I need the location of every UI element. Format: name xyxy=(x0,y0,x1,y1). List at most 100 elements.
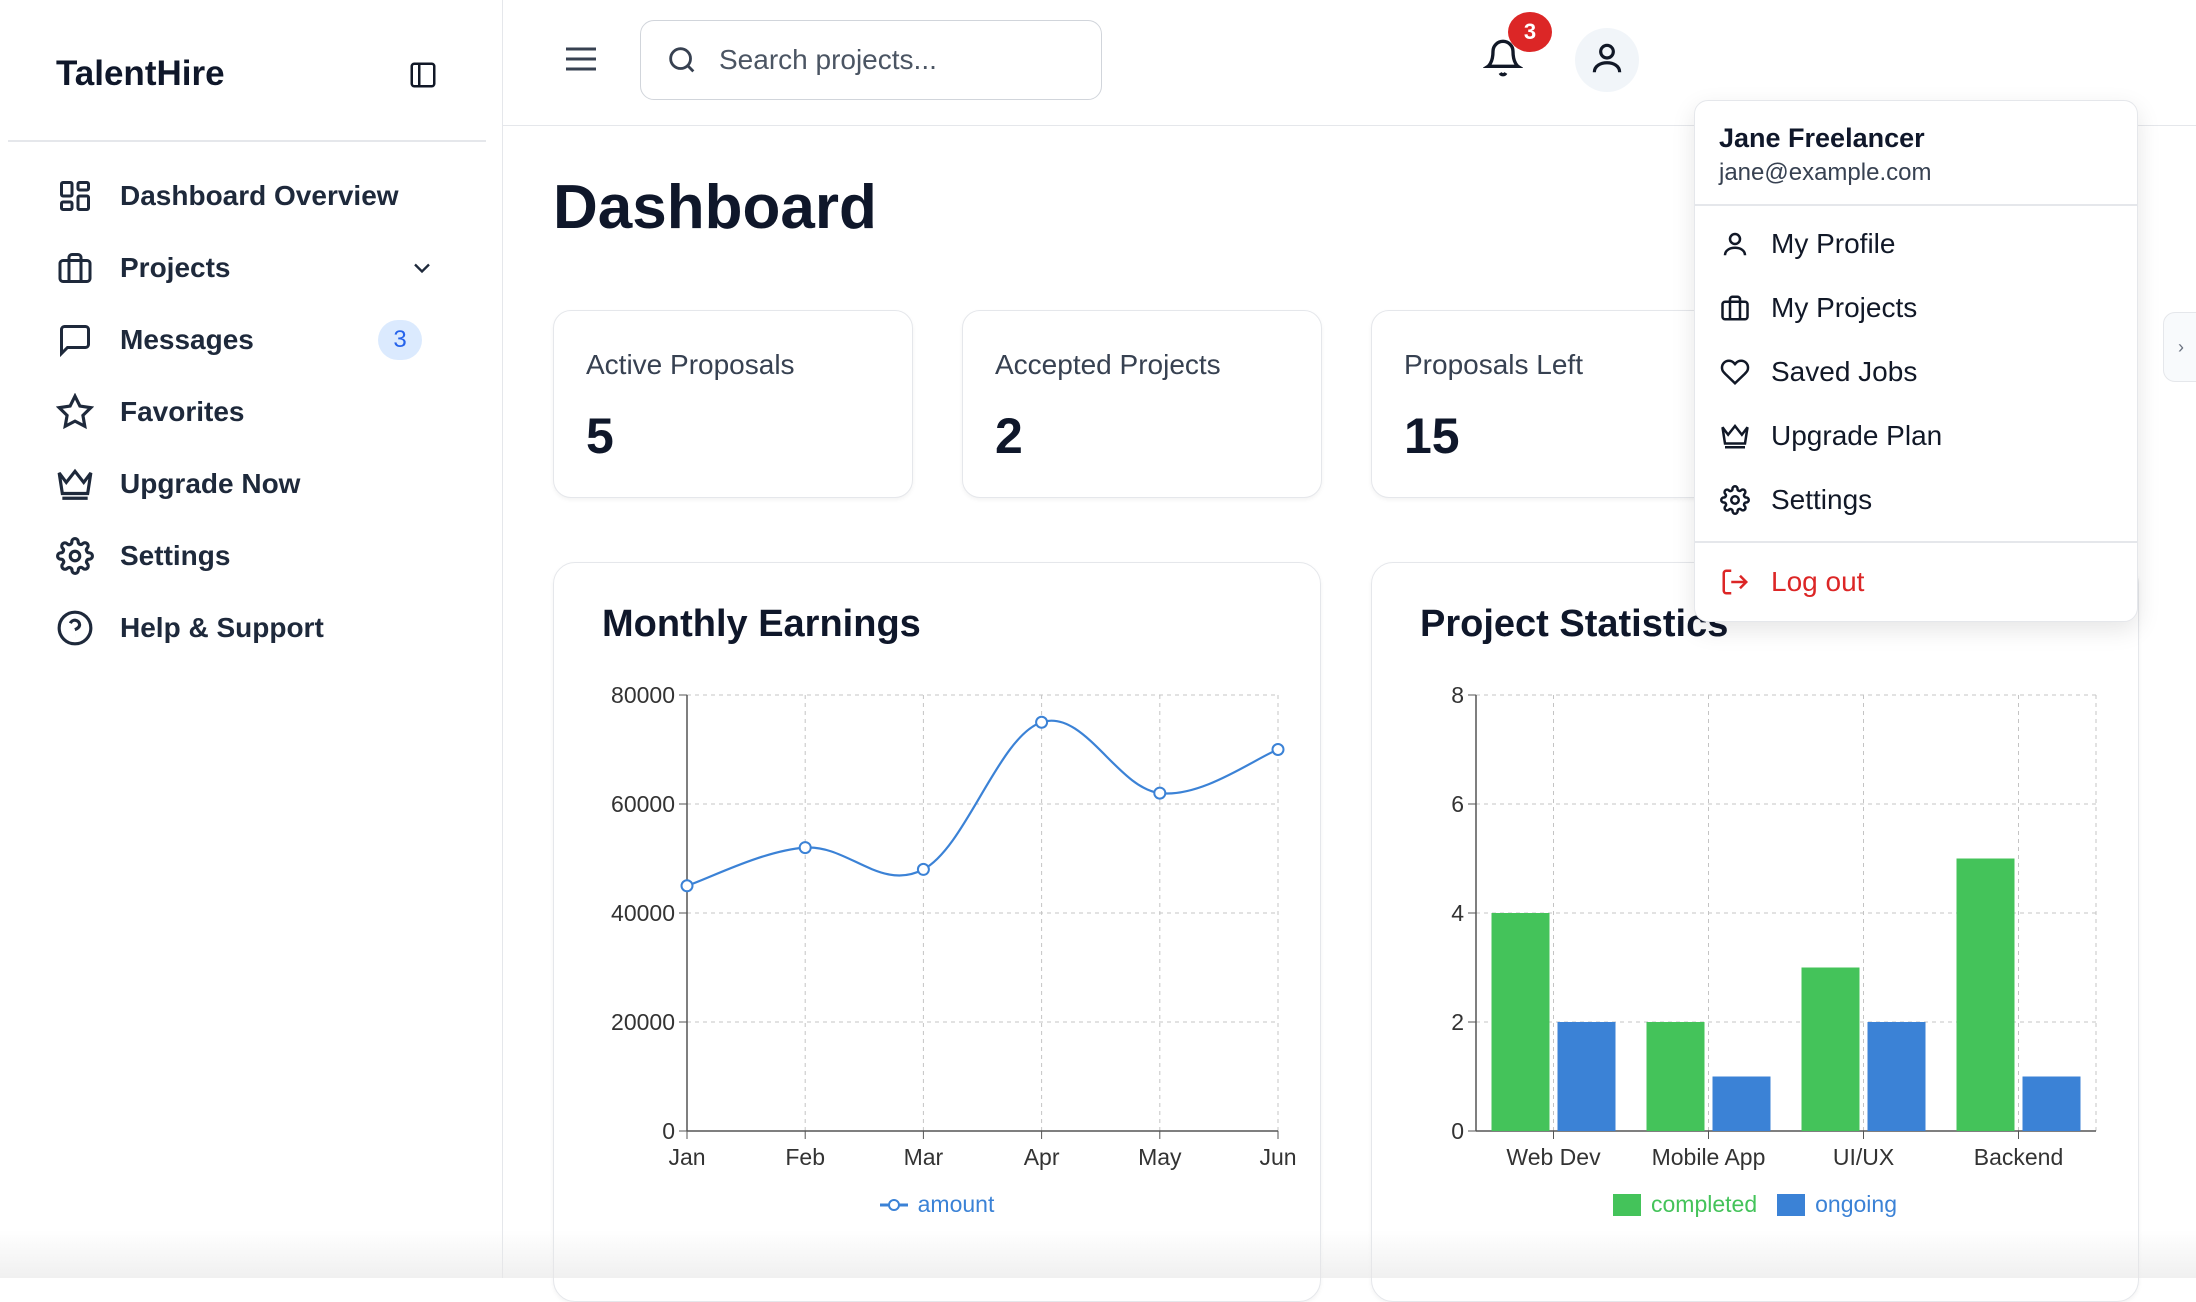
x-tick-label: Apr xyxy=(1024,1144,1060,1170)
legend-label: ongoing xyxy=(1815,1191,1897,1217)
star-icon xyxy=(56,393,94,431)
stat-card-active-proposals: Active Proposals 5 xyxy=(553,310,913,498)
x-tick-label: Mar xyxy=(904,1144,944,1170)
x-tick-label: UI/UX xyxy=(1833,1144,1894,1170)
data-point xyxy=(798,841,812,855)
user-email: jane@example.com xyxy=(1719,159,1932,186)
chevron-down-icon[interactable] xyxy=(408,254,436,282)
data-point xyxy=(1035,715,1049,729)
legend-item-amount[interactable]: amount xyxy=(879,1191,994,1218)
bar-completed xyxy=(1956,858,2015,1131)
search-icon xyxy=(665,43,699,77)
message-square-icon xyxy=(56,321,94,359)
search-box xyxy=(640,20,1102,100)
x-tick-label: Feb xyxy=(785,1144,825,1170)
layout-grid-icon xyxy=(56,177,94,215)
sidebar-item-label: Help & Support xyxy=(120,612,324,643)
bar-completed xyxy=(1801,967,1860,1131)
menu-divider xyxy=(1695,541,2137,543)
sidebar-item-dashboard-overview[interactable]: Dashboard Overview xyxy=(56,160,436,232)
y-tick-label: 8 xyxy=(1451,682,1464,708)
bar-completed xyxy=(1491,913,1550,1131)
x-tick-label: Web Dev xyxy=(1506,1144,1601,1170)
chevron-right-icon: › xyxy=(2178,337,2184,357)
legend-item-ongoing[interactable]: ongoing xyxy=(1777,1191,1897,1218)
menu-item-logout[interactable]: Log out xyxy=(1719,560,1864,604)
y-tick-label: 0 xyxy=(662,1118,675,1144)
monthly-earnings-chart: 0 20000 40000 60000 80000 Jan Feb Mar Apr May Jun xyxy=(611,682,1297,1170)
side-panel-tab[interactable]: › xyxy=(2163,312,2196,382)
stat-value: 15 xyxy=(1404,408,1460,464)
crown-icon xyxy=(1719,420,1751,452)
bar-ongoing xyxy=(1867,1022,1926,1131)
messages-count-badge: 3 xyxy=(378,320,422,360)
x-tick-label: May xyxy=(1138,1144,1182,1170)
stat-label: Accepted Projects xyxy=(995,349,1221,380)
data-point xyxy=(1271,743,1285,756)
x-tick-label: Backend xyxy=(1974,1144,2064,1170)
y-tick-label: 0 xyxy=(1451,1118,1464,1144)
menu-item-label: My Profile xyxy=(1771,228,1896,259)
user-icon xyxy=(1719,228,1751,260)
menu-item-my-profile[interactable]: My Profile xyxy=(1719,222,1895,266)
sidebar-item-upgrade-now[interactable]: Upgrade Now xyxy=(56,448,436,520)
stat-value: 5 xyxy=(586,408,614,464)
stat-label: Active Proposals xyxy=(586,349,795,380)
briefcase-icon xyxy=(1719,292,1751,324)
data-point xyxy=(680,879,694,893)
menu-item-my-projects[interactable]: My Projects xyxy=(1719,286,1917,330)
menu-item-saved-jobs[interactable]: Saved Jobs xyxy=(1719,350,1917,394)
chart-legend: completed ongoing xyxy=(1372,1191,2138,1218)
x-tick-label: Jan xyxy=(668,1144,705,1170)
menu-icon[interactable] xyxy=(563,44,599,74)
menu-item-upgrade-plan[interactable]: Upgrade Plan xyxy=(1719,414,1942,458)
search-input[interactable] xyxy=(719,44,1079,76)
sidebar-item-label: Upgrade Now xyxy=(120,468,301,499)
sidebar-nav: Dashboard Overview Projects Messages 3 F… xyxy=(56,160,436,664)
legend-item-completed[interactable]: completed xyxy=(1613,1191,1757,1218)
avatar[interactable] xyxy=(1575,28,1639,92)
series-line-amount xyxy=(686,719,1279,887)
project-statistics-card: Project Statistics 0 2 4 6 8 Web Dev Mobile Ap… xyxy=(1371,562,2139,1302)
menu-item-label: Upgrade Plan xyxy=(1771,420,1943,451)
sidebar-item-settings[interactable]: Settings xyxy=(56,520,436,592)
sidebar-item-label: Dashboard Overview xyxy=(120,180,399,211)
legend-swatch xyxy=(1613,1193,1641,1216)
bar-ongoing xyxy=(1557,1022,1616,1131)
y-tick-label: 40000 xyxy=(611,900,675,926)
x-tick-label: Jun xyxy=(1259,1144,1296,1170)
stat-card-accepted-projects: Accepted Projects 2 xyxy=(962,310,1322,498)
menu-item-settings[interactable]: Settings xyxy=(1719,478,1872,522)
bar-completed xyxy=(1646,1022,1705,1131)
user-icon xyxy=(1588,39,1626,82)
user-name: Jane Freelancer xyxy=(1719,123,1925,153)
sidebar-divider xyxy=(8,140,486,142)
menu-item-label: Log out xyxy=(1771,566,1865,597)
x-tick-label: Mobile App xyxy=(1652,1144,1766,1170)
y-tick-label: 60000 xyxy=(611,791,675,817)
monthly-earnings-card: Monthly Earnings 0 20000 40000 60000 80000 Ja… xyxy=(553,562,1321,1302)
sidebar-item-favorites[interactable]: Favorites xyxy=(56,376,436,448)
legend-swatch xyxy=(1777,1193,1806,1216)
sidebar-item-help-support[interactable]: Help & Support xyxy=(56,592,436,664)
y-tick-label: 80000 xyxy=(611,682,675,708)
menu-item-label: My Projects xyxy=(1771,292,1918,323)
y-tick-label: 4 xyxy=(1451,900,1464,926)
menu-item-label: Settings xyxy=(1771,484,1873,515)
sidebar-item-label: Settings xyxy=(120,540,231,571)
page-title: Dashboard xyxy=(553,173,877,242)
stat-label: Proposals Left xyxy=(1404,349,1583,380)
menu-item-label: Saved Jobs xyxy=(1771,356,1918,387)
help-circle-icon xyxy=(56,609,94,647)
gear-icon xyxy=(1719,484,1751,516)
brand-logo[interactable]: TalentHire xyxy=(56,54,225,94)
notification-count-badge: 3 xyxy=(1508,12,1552,52)
sidebar-item-messages[interactable]: Messages 3 xyxy=(56,304,436,376)
y-tick-label: 6 xyxy=(1451,791,1464,817)
sidebar-toggle-icon[interactable] xyxy=(408,60,438,90)
y-tick-label: 20000 xyxy=(611,1009,675,1035)
data-point xyxy=(916,862,930,876)
sidebar-item-projects[interactable]: Projects xyxy=(56,232,436,304)
menu-divider xyxy=(1695,204,2137,206)
project-statistics-chart: 0 2 4 6 8 Web Dev Mobile App UI/UX Backend xyxy=(1451,682,2097,1170)
